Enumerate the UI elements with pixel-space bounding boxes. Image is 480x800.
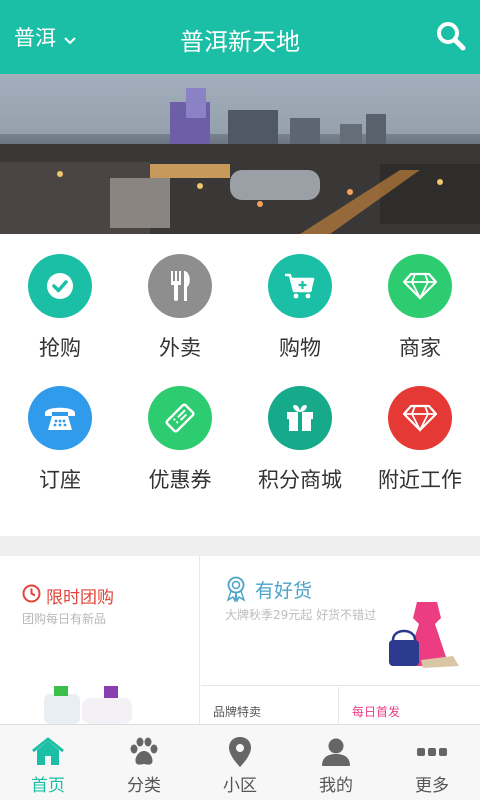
grid-item-reservation[interactable]: 订座	[0, 386, 120, 506]
cart-plus-icon	[268, 254, 332, 318]
tab-label: 更多	[415, 776, 449, 796]
grid-item-points-mall[interactable]: 积分商城	[240, 386, 360, 506]
chevron-down-icon	[64, 26, 76, 50]
fork-knife-icon	[148, 254, 212, 318]
good-goods-subtitle: 大牌秋季29元起 好货不错过	[225, 608, 377, 622]
promo-section: 限时团购 团购每日有新品 有好货 大牌秋季29元起 好货不错过 品牌特卖 每日首…	[0, 556, 480, 724]
paw-icon	[128, 735, 160, 769]
grid-item-flash-sale[interactable]: 抢购	[0, 254, 120, 374]
product-bottles-image	[44, 686, 132, 724]
grid-item-merchants[interactable]: 商家	[360, 254, 480, 374]
brand-sale-card[interactable]: 品牌特卖	[201, 687, 339, 724]
app-header: 普洱 普洱新天地	[0, 0, 480, 74]
diamond-icon	[388, 254, 452, 318]
grid-item-shopping[interactable]: 购物	[240, 254, 360, 374]
grid-label: 抢购	[39, 336, 81, 360]
grid-label: 附近工作	[378, 468, 462, 492]
tab-more[interactable]: 更多	[384, 725, 480, 800]
feature-grid: 抢购 外卖 购物 商家 订座 优惠券 积分商城 附近工作	[0, 234, 480, 536]
gift-icon	[268, 386, 332, 450]
banner-image[interactable]	[0, 74, 480, 234]
tab-community[interactable]: 小区	[192, 725, 288, 800]
grid-label: 订座	[39, 468, 81, 492]
award-ribbon-icon	[225, 576, 247, 606]
group-buy-title: 限时团购	[46, 588, 114, 608]
tab-home[interactable]: 首页	[0, 725, 96, 800]
grid-item-coupons[interactable]: 优惠券	[120, 386, 240, 506]
telephone-icon	[28, 386, 92, 450]
grid-label: 外卖	[159, 336, 201, 360]
more-dots-icon	[416, 735, 448, 769]
grid-label: 购物	[279, 336, 321, 360]
tab-categories[interactable]: 分类	[96, 725, 192, 800]
good-goods-title: 有好货	[255, 580, 313, 602]
daily-debut-card[interactable]: 每日首发	[340, 687, 480, 724]
good-goods-card[interactable]: 有好货 大牌秋季29元起 好货不错过	[201, 556, 480, 686]
location-pin-icon	[228, 735, 252, 769]
tab-label: 我的	[319, 776, 353, 796]
grid-label: 积分商城	[258, 468, 342, 492]
home-icon	[31, 735, 65, 769]
grid-item-takeout[interactable]: 外卖	[120, 254, 240, 374]
check-circle-icon	[28, 254, 92, 318]
grid-label: 优惠券	[148, 468, 212, 492]
clock-icon	[22, 584, 41, 607]
city-selector[interactable]: 普洱	[14, 22, 76, 52]
search-icon[interactable]	[436, 21, 466, 51]
dress-handbag-image	[389, 602, 459, 668]
section-divider	[0, 536, 480, 556]
diamond-red-icon	[388, 386, 452, 450]
grid-item-nearby-jobs[interactable]: 附近工作	[360, 386, 480, 506]
user-icon	[321, 735, 351, 769]
tab-label: 分类	[127, 776, 161, 796]
group-buy-subtitle: 团购每日有新品	[22, 612, 107, 626]
city-label: 普洱	[14, 26, 56, 50]
group-buy-card[interactable]: 限时团购 团购每日有新品	[0, 556, 200, 724]
tab-label: 首页	[31, 776, 65, 796]
tab-label: 小区	[223, 776, 257, 796]
daily-debut-label: 每日首发	[352, 705, 401, 719]
ticket-icon	[148, 386, 212, 450]
tab-mine[interactable]: 我的	[288, 725, 384, 800]
bottom-tab-bar: 首页 分类 小区 我的 更多	[0, 724, 480, 800]
brand-sale-label: 品牌特卖	[213, 705, 262, 719]
grid-label: 商家	[399, 336, 441, 360]
